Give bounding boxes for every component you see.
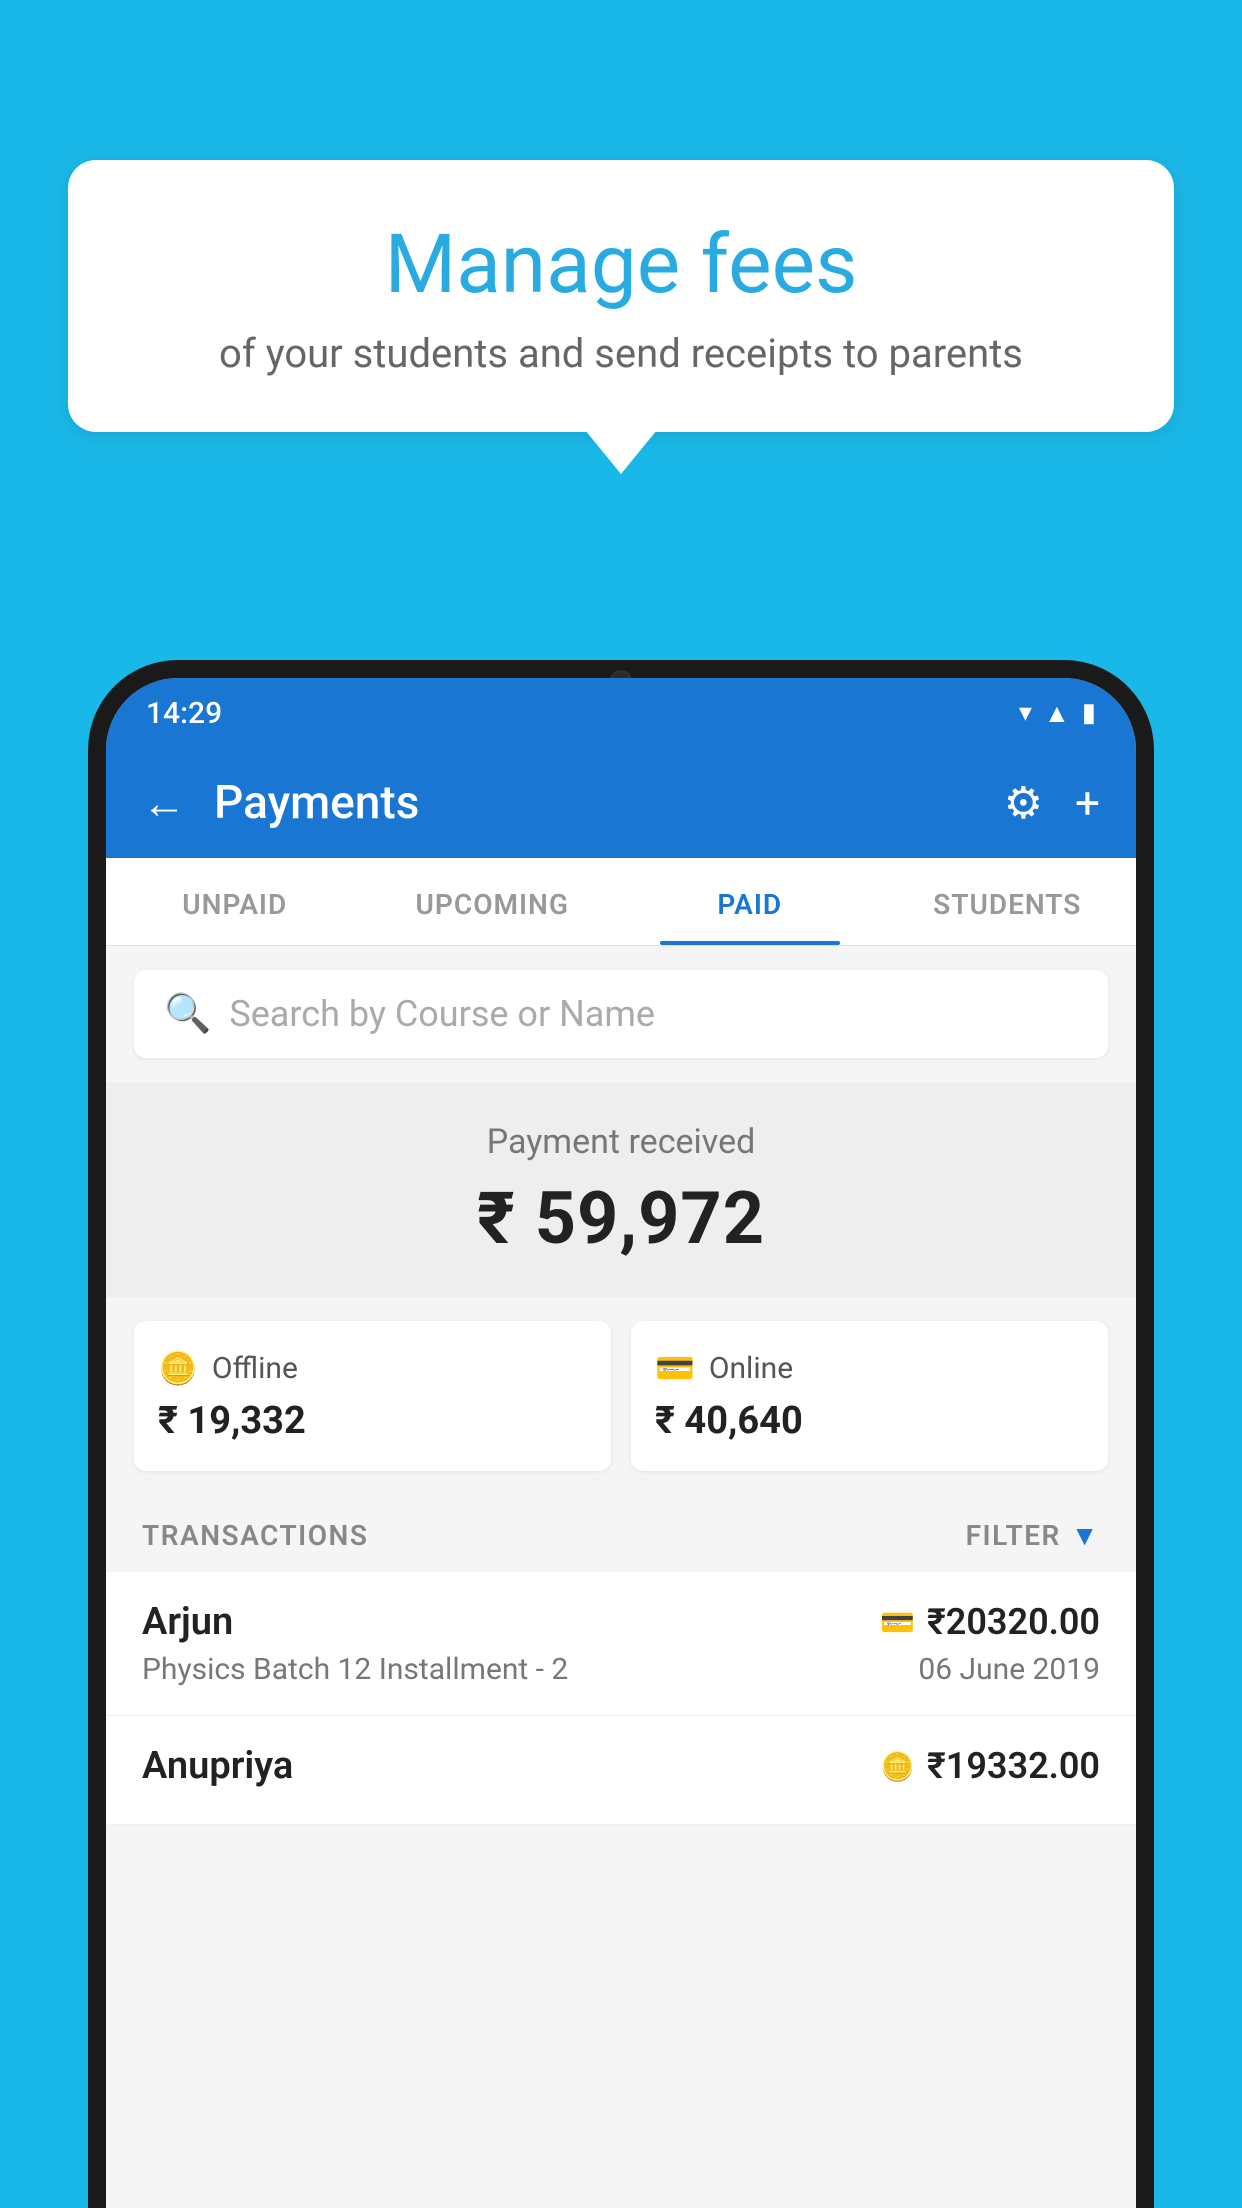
search-placeholder: Search by Course or Name — [229, 993, 655, 1035]
offline-card-header: 🪙 Offline — [158, 1349, 587, 1387]
phone-frame: 14:29 ▾ ▲ ▮ ← Payments ⚙ + UNPAID — [88, 660, 1154, 2208]
transaction-row-anupriya[interactable]: Anupriya 🪙 ₹19332.00 — [106, 1716, 1136, 1825]
back-button[interactable]: ← — [142, 777, 186, 829]
tab-students[interactable]: STUDENTS — [879, 858, 1137, 945]
online-icon: 💳 — [655, 1349, 695, 1387]
payment-amount: ₹ 59,972 — [134, 1176, 1108, 1261]
tab-paid[interactable]: PAID — [621, 858, 879, 945]
status-icons: ▾ ▲ ▮ — [1019, 698, 1096, 729]
transaction-mode-icon-2: 🪙 — [880, 1750, 915, 1783]
search-bar[interactable]: 🔍 Search by Course or Name — [134, 970, 1108, 1058]
app-bar-actions: ⚙ + — [1004, 777, 1100, 829]
transaction-amount-wrap-2: 🪙 ₹19332.00 — [880, 1745, 1100, 1787]
status-time: 14:29 — [146, 696, 222, 731]
transaction-top: Arjun 💳 ₹20320.00 — [142, 1600, 1100, 1644]
tab-unpaid[interactable]: UNPAID — [106, 858, 364, 945]
payment-cards: 🪙 Offline ₹ 19,332 💳 Online ₹ 40,640 — [106, 1297, 1136, 1495]
transaction-amount-2: ₹19332.00 — [927, 1745, 1100, 1787]
transaction-amount: ₹20320.00 — [927, 1601, 1100, 1643]
bubble-title: Manage fees — [108, 220, 1134, 310]
payment-section: Payment received ₹ 59,972 — [106, 1082, 1136, 1297]
bubble-subtitle: of your students and send receipts to pa… — [108, 330, 1134, 377]
phone-screen: 14:29 ▾ ▲ ▮ ← Payments ⚙ + UNPAID — [106, 678, 1136, 2208]
app-bar: ← Payments ⚙ + — [106, 748, 1136, 858]
offline-card: 🪙 Offline ₹ 19,332 — [134, 1321, 611, 1471]
offline-icon: 🪙 — [158, 1349, 198, 1387]
filter-text: FILTER — [966, 1519, 1061, 1552]
offline-label: Offline — [212, 1351, 298, 1386]
payment-label: Payment received — [134, 1122, 1108, 1162]
transaction-amount-wrap: 💳 ₹20320.00 — [880, 1601, 1100, 1643]
settings-icon[interactable]: ⚙ — [1004, 777, 1043, 829]
wifi-icon: ▾ — [1019, 698, 1032, 728]
filter-button[interactable]: FILTER ▼ — [966, 1519, 1100, 1552]
transaction-bottom: Physics Batch 12 Installment - 2 06 June… — [142, 1652, 1100, 1687]
speech-bubble: Manage fees of your students and send re… — [68, 160, 1174, 432]
transaction-name: Arjun — [142, 1600, 233, 1644]
status-bar: 14:29 ▾ ▲ ▮ — [106, 678, 1136, 748]
transaction-course: Physics Batch 12 Installment - 2 — [142, 1652, 568, 1687]
transaction-date: 06 June 2019 — [918, 1652, 1100, 1687]
tab-bar: UNPAID UPCOMING PAID STUDENTS — [106, 858, 1136, 946]
online-label: Online — [709, 1351, 793, 1386]
app-bar-title: Payments — [214, 776, 976, 830]
offline-amount: ₹ 19,332 — [158, 1399, 587, 1443]
transactions-label: TRANSACTIONS — [142, 1519, 368, 1552]
add-icon[interactable]: + — [1075, 777, 1100, 829]
filter-icon: ▼ — [1071, 1519, 1100, 1552]
online-amount: ₹ 40,640 — [655, 1399, 1084, 1443]
transaction-top-2: Anupriya 🪙 ₹19332.00 — [142, 1744, 1100, 1788]
signal-icon: ▲ — [1044, 698, 1070, 729]
transaction-mode-icon: 💳 — [880, 1606, 915, 1639]
online-card: 💳 Online ₹ 40,640 — [631, 1321, 1108, 1471]
battery-icon: ▮ — [1082, 698, 1096, 728]
tab-upcoming[interactable]: UPCOMING — [364, 858, 622, 945]
phone-outer: 14:29 ▾ ▲ ▮ ← Payments ⚙ + UNPAID — [88, 660, 1154, 2208]
search-icon: 🔍 — [164, 992, 211, 1036]
transaction-name-2: Anupriya — [142, 1744, 293, 1788]
online-card-header: 💳 Online — [655, 1349, 1084, 1387]
transaction-row-arjun[interactable]: Arjun 💳 ₹20320.00 Physics Batch 12 Insta… — [106, 1572, 1136, 1716]
transactions-header: TRANSACTIONS FILTER ▼ — [106, 1495, 1136, 1572]
